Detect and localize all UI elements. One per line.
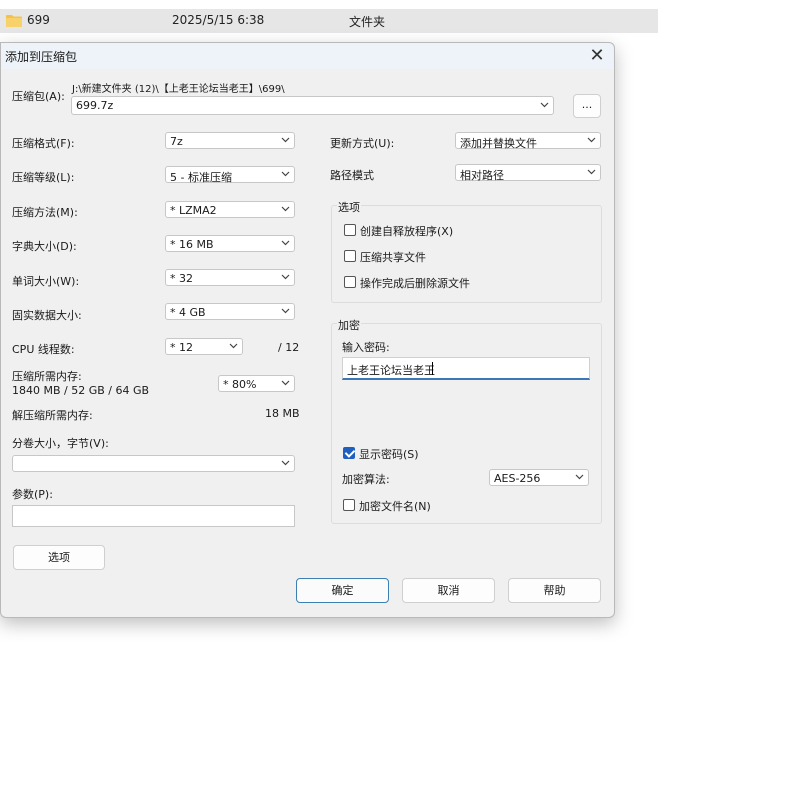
split-label: 分卷大小，字节(V): (12, 437, 109, 450)
sfx-checkbox-label: 创建自释放程序(X) (360, 225, 454, 238)
encrypt-names-label: 加密文件名(N) (359, 500, 431, 513)
password-input[interactable]: 上老王论坛当老王 (342, 357, 590, 380)
path-mode-combo[interactable]: 相对路径 (455, 164, 601, 182)
format-value: 7z (170, 135, 183, 148)
method-combo[interactable]: * LZMA2 (165, 201, 295, 218)
checkbox-icon[interactable] (344, 250, 356, 262)
file-name: 699 (27, 13, 50, 27)
split-combo[interactable] (12, 455, 295, 472)
path-mode-label: 路径模式 (330, 169, 374, 182)
checkbox-icon[interactable] (344, 276, 356, 288)
solid-combo[interactable]: * 4 GB (165, 303, 295, 320)
word-value: * 32 (170, 272, 193, 285)
encryption-group-title: 加密 (337, 317, 361, 333)
title-bar: 添加到压缩包 ✕ (1, 43, 614, 69)
help-button[interactable]: 帮助 (508, 578, 601, 603)
close-icon[interactable]: ✕ (586, 45, 608, 67)
cancel-button[interactable]: 取消 (402, 578, 495, 603)
algorithm-label: 加密算法: (342, 473, 390, 486)
chevron-down-icon[interactable] (281, 206, 290, 213)
method-label: 压缩方法(M): (12, 206, 78, 219)
algorithm-combo[interactable]: AES-256 (489, 469, 589, 486)
solid-value: * 4 GB (170, 306, 206, 319)
solid-label: 固实数据大小: (12, 309, 82, 322)
archive-name-combo[interactable]: 699.7z (71, 96, 554, 115)
browse-button[interactable]: ... (573, 94, 601, 118)
archive-path: J:\新建文件夹 (12)\【上老王论坛当老王】\699\ (72, 84, 285, 95)
chevron-down-icon[interactable] (540, 102, 549, 109)
dict-label: 字典大小(D): (12, 240, 77, 253)
explorer-file-row[interactable]: 699 2025/5/15 6:38 文件夹 (0, 9, 658, 33)
level-combo[interactable]: 5 - 标准压缩 (165, 166, 295, 184)
password-value: 上老王论坛当老王 (347, 364, 435, 377)
dict-combo[interactable]: * 16 MB (165, 235, 295, 252)
level-label: 压缩等级(L): (12, 171, 75, 184)
method-value: * LZMA2 (170, 204, 217, 217)
update-combo[interactable]: 添加并替换文件 (455, 132, 601, 150)
mem-label: 压缩所需内存: (12, 370, 82, 383)
chevron-down-icon[interactable] (281, 171, 290, 178)
chevron-down-icon[interactable] (575, 474, 584, 481)
file-date: 2025/5/15 6:38 (172, 13, 265, 27)
decomp-value: 18 MB (265, 407, 300, 420)
text-caret (432, 362, 433, 375)
dialog-title: 添加到压缩包 (5, 50, 78, 64)
mem-combo[interactable]: * 80% (218, 375, 295, 392)
password-label: 输入密码: (342, 341, 390, 354)
path-mode-value: 相对路径 (460, 169, 504, 182)
options-group-title: 选项 (337, 199, 361, 215)
ok-button[interactable]: 确定 (296, 578, 389, 603)
chevron-down-icon[interactable] (587, 169, 596, 176)
format-label: 压缩格式(F): (12, 137, 75, 150)
cpu-value: * 12 (170, 341, 193, 354)
chevron-down-icon[interactable] (281, 137, 290, 144)
chevron-down-icon[interactable] (281, 380, 290, 387)
checkbox-icon[interactable] (344, 224, 356, 236)
dict-value: * 16 MB (170, 238, 214, 251)
archive-name-value: 699.7z (76, 99, 114, 112)
format-combo[interactable]: 7z (165, 132, 295, 149)
shared-checkbox-label: 压缩共享文件 (360, 251, 426, 264)
chevron-down-icon[interactable] (281, 274, 290, 281)
folder-icon (6, 15, 22, 27)
algorithm-value: AES-256 (494, 472, 541, 485)
params-input[interactable] (12, 505, 295, 527)
options-button[interactable]: 选项 (13, 545, 105, 570)
show-password-label: 显示密码(S) (359, 448, 419, 461)
chevron-down-icon[interactable] (587, 137, 596, 144)
level-value: 5 - 标准压缩 (170, 171, 232, 184)
chevron-down-icon[interactable] (281, 240, 290, 247)
chevron-down-icon[interactable] (229, 343, 238, 350)
update-label: 更新方式(U): (330, 137, 395, 150)
decomp-label: 解压缩所需内存: (12, 409, 93, 422)
cpu-label: CPU 线程数: (12, 343, 75, 356)
cpu-total: / 12 (278, 341, 300, 354)
chevron-down-icon[interactable] (281, 308, 290, 315)
options-group: 选项 创建自释放程序(X) 压缩共享文件 操作完成后删除源文件 (331, 199, 602, 303)
checkbox-checked-icon[interactable] (343, 447, 355, 459)
file-type: 文件夹 (349, 15, 386, 29)
params-label: 参数(P): (12, 488, 53, 501)
mem-value: * 80% (223, 378, 257, 391)
mem-detail: 1840 MB / 52 GB / 64 GB (12, 384, 150, 397)
chevron-down-icon[interactable] (281, 460, 290, 467)
add-to-archive-dialog: 添加到压缩包 ✕ 压缩包(A): J:\新建文件夹 (12)\【上老王论坛当老王… (0, 42, 615, 618)
delete-source-checkbox-label: 操作完成后删除源文件 (360, 277, 470, 290)
update-value: 添加并替换文件 (460, 137, 537, 150)
archive-label: 压缩包(A): (12, 90, 65, 103)
word-label: 单词大小(W): (12, 275, 80, 288)
word-combo[interactable]: * 32 (165, 269, 295, 286)
cpu-combo[interactable]: * 12 (165, 338, 243, 355)
checkbox-icon[interactable] (343, 499, 355, 511)
